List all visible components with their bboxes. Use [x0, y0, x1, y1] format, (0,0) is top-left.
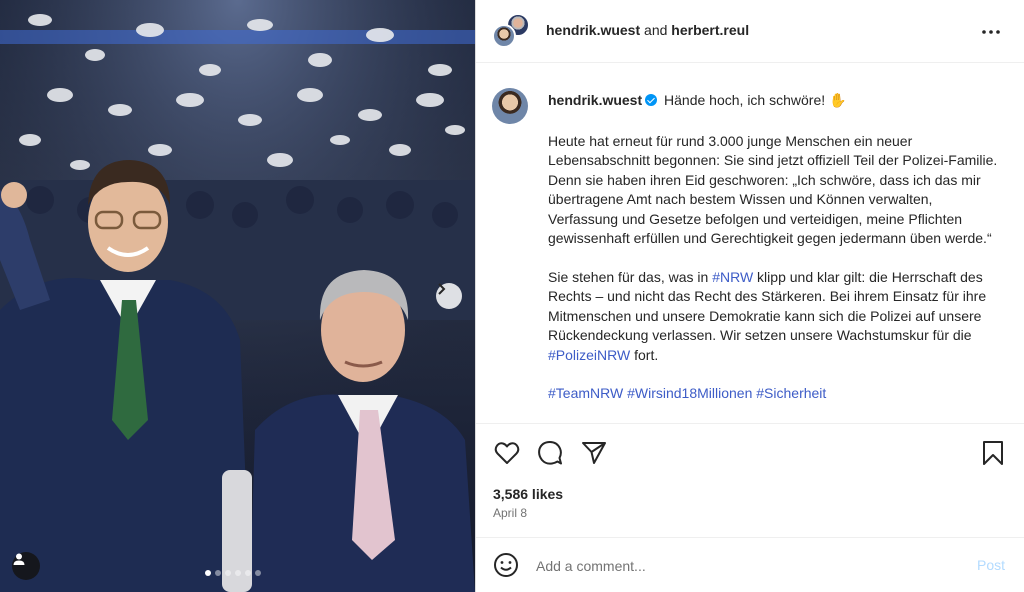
- comment-bar: Post: [476, 537, 1024, 592]
- tagged-users-button[interactable]: [12, 552, 40, 580]
- caption-area: hendrik.wuest Hände hoch, ich schwöre! ✋…: [476, 63, 1024, 423]
- caption-text: Sie stehen für das, was in: [548, 268, 713, 285]
- hashtag-link[interactable]: #Sicherheit: [756, 385, 826, 401]
- more-options-button[interactable]: [979, 22, 1003, 42]
- caption-paragraph-1: Heute hat erneut für rund 3.000 junge Me…: [548, 132, 998, 247]
- carousel-dot: [245, 570, 251, 576]
- hashtag-link[interactable]: #Wirsind18Millionen: [627, 385, 752, 401]
- caption-username[interactable]: hendrik.wuest: [548, 92, 642, 108]
- photo-scene: [0, 0, 475, 592]
- author-link-hendrik[interactable]: hendrik.wuest: [546, 22, 640, 38]
- caption-paragraph-2: Sie stehen für das, was in #NRW klipp un…: [548, 268, 998, 366]
- bookmark-icon: [983, 441, 1003, 465]
- chevron-right-icon: [438, 283, 446, 295]
- caption-body: hendrik.wuest Hände hoch, ich schwöre! ✋…: [548, 91, 998, 404]
- hashtag-link[interactable]: #PolizeiNRW: [548, 347, 630, 363]
- heart-icon: [494, 442, 520, 464]
- carousel-dot: [235, 570, 241, 576]
- post-header: hendrik.wuest and herbert.reul: [476, 0, 1024, 63]
- like-button[interactable]: [493, 439, 521, 467]
- collab-avatars[interactable]: [492, 13, 532, 51]
- avatar-hendrik-wuest: [492, 24, 516, 48]
- hashtag-link[interactable]: #TeamNRW: [548, 385, 623, 401]
- post-details: hendrik.wuest and herbert.reul hendrik.w…: [475, 0, 1024, 592]
- caption-hashtags: #TeamNRW #Wirsind18Millionen #Sicherheit: [548, 384, 998, 404]
- carousel-dot: [205, 570, 211, 576]
- carousel-indicator: [205, 570, 261, 576]
- avatar[interactable]: [492, 88, 528, 124]
- caption-headline-row: hendrik.wuest Hände hoch, ich schwöre! ✋: [548, 91, 998, 111]
- carousel-dot: [225, 570, 231, 576]
- post-authors: hendrik.wuest and herbert.reul: [546, 22, 749, 38]
- comment-button[interactable]: [536, 439, 564, 467]
- likes-count[interactable]: 3,586 likes: [493, 486, 563, 502]
- share-button[interactable]: [580, 439, 608, 467]
- person-icon: [13, 553, 25, 565]
- carousel-dot: [215, 570, 221, 576]
- carousel-dot: [255, 570, 261, 576]
- caption-headline: Hände hoch, ich schwöre! ✋: [664, 92, 847, 108]
- comment-input[interactable]: [536, 555, 936, 577]
- hashtag-link[interactable]: #NRW: [712, 269, 753, 285]
- post-comment-button[interactable]: Post: [977, 557, 1005, 573]
- send-icon: [582, 442, 606, 464]
- carousel-next-button[interactable]: [436, 283, 462, 309]
- author-link-herbert[interactable]: herbert.reul: [671, 22, 749, 38]
- save-button[interactable]: [979, 439, 1007, 467]
- authors-and: and: [644, 22, 668, 38]
- emoji-picker-button[interactable]: [493, 552, 519, 578]
- caption-text: fort.: [630, 346, 659, 363]
- post-date[interactable]: April 8: [493, 506, 527, 520]
- comment-bubble-icon: [538, 441, 562, 465]
- more-horizontal-icon: [982, 30, 1000, 34]
- emoji-smile-icon: [494, 553, 518, 577]
- verified-badge-icon: [645, 94, 658, 106]
- post-photo[interactable]: [0, 0, 475, 592]
